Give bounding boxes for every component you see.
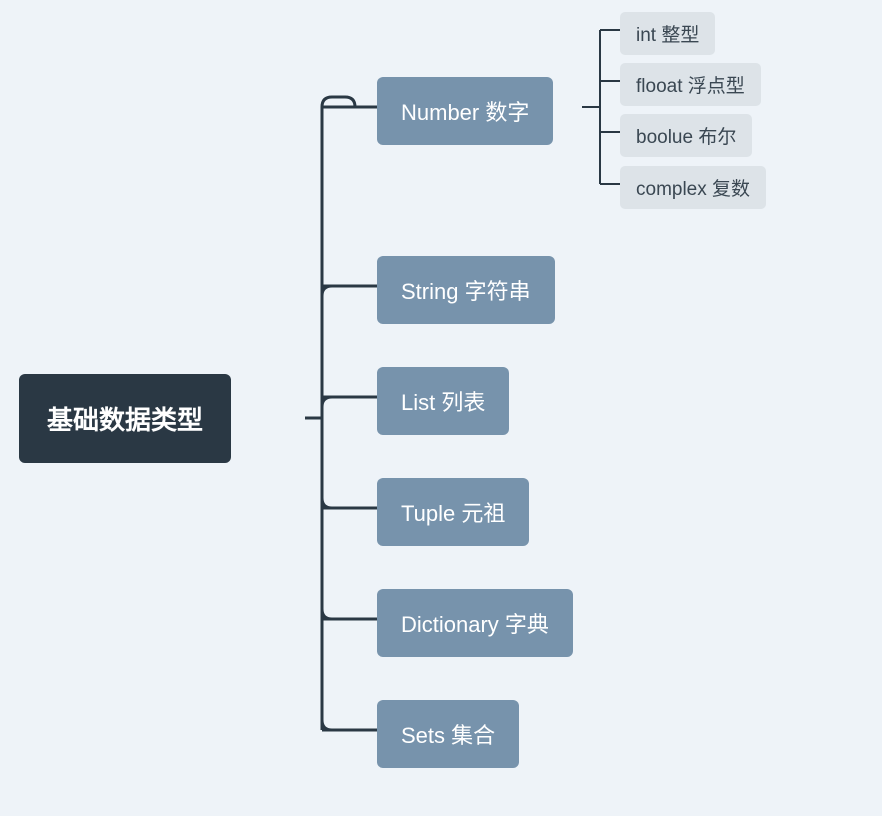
root-label: 基础数据类型 [47, 400, 203, 437]
node-label: Sets 集合 [401, 718, 495, 750]
node-dictionary: Dictionary 字典 [377, 589, 573, 657]
node-label: Dictionary 字典 [401, 607, 549, 639]
node-list: List 列表 [377, 367, 509, 435]
leaf-label: boolue 布尔 [636, 122, 736, 149]
leaf-int: int 整型 [620, 12, 715, 55]
node-label: Number 数字 [401, 95, 529, 127]
node-tuple: Tuple 元祖 [377, 478, 529, 546]
leaf-float: flooat 浮点型 [620, 63, 761, 106]
leaf-bool: boolue 布尔 [620, 114, 752, 157]
leaf-complex: complex 复数 [620, 166, 766, 209]
node-label: List 列表 [401, 385, 485, 417]
leaf-label: int 整型 [636, 20, 699, 47]
leaf-label: flooat 浮点型 [636, 71, 745, 98]
leaf-label: complex 复数 [636, 174, 750, 201]
node-number: Number 数字 [377, 77, 553, 145]
root-node: 基础数据类型 [19, 374, 231, 463]
node-label: String 字符串 [401, 274, 531, 306]
node-label: Tuple 元祖 [401, 496, 505, 528]
node-string: String 字符串 [377, 256, 555, 324]
node-sets: Sets 集合 [377, 700, 519, 768]
